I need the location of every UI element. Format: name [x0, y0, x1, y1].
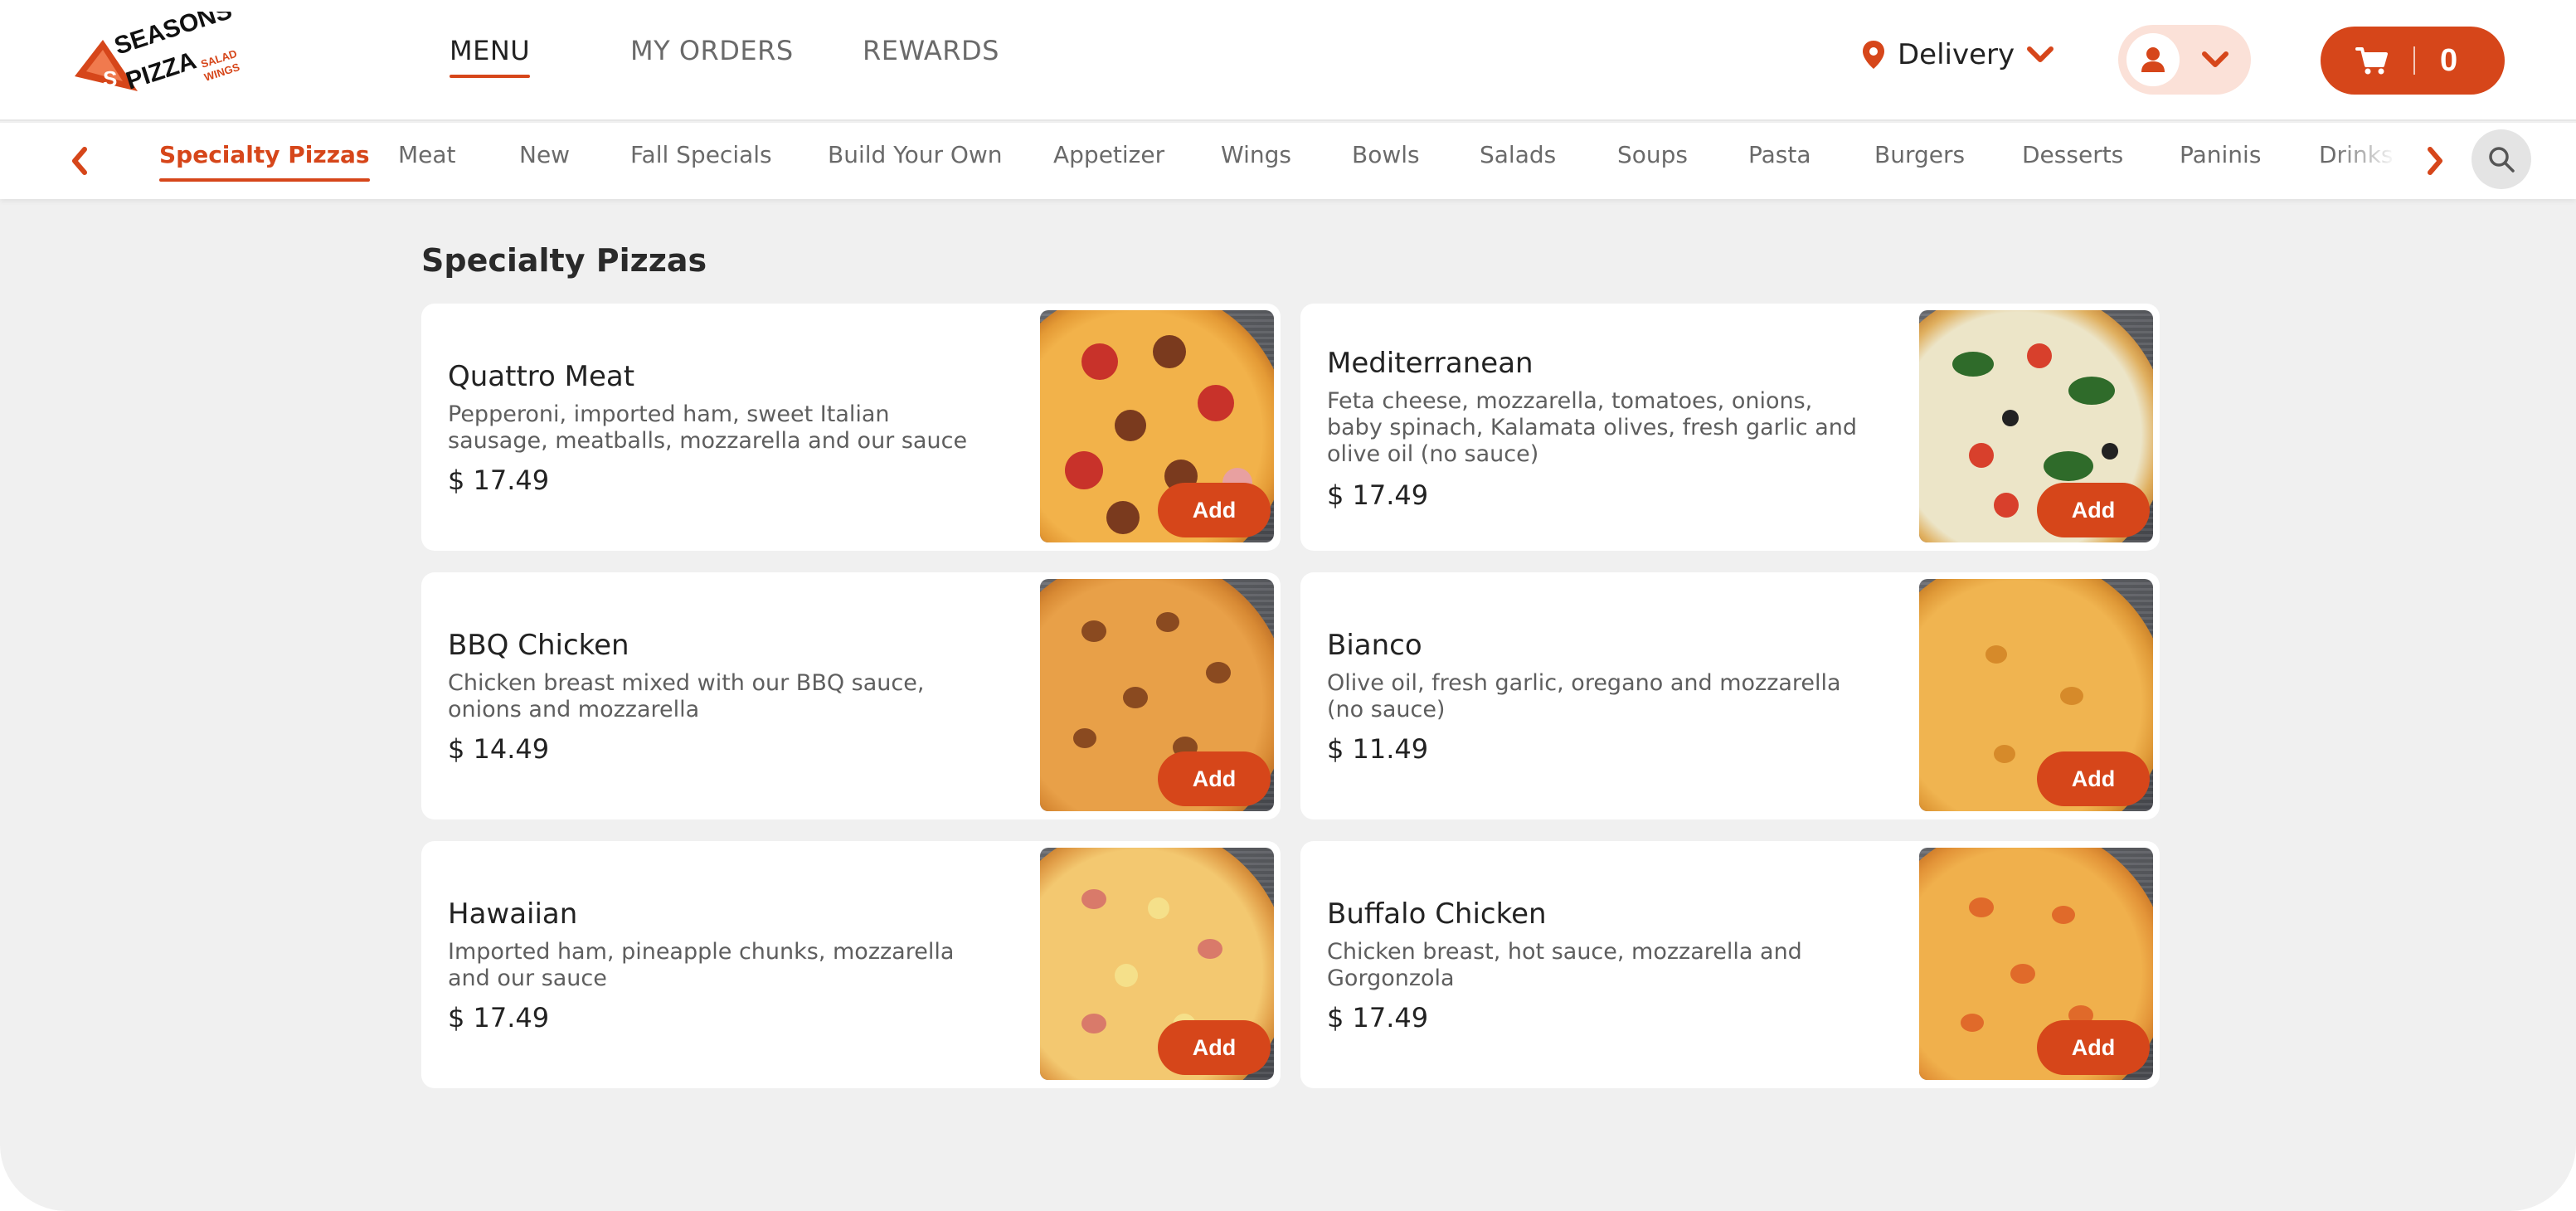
product-name: Buffalo Chicken [1327, 897, 1547, 931]
product-description: Feta cheese, mozzarella, tomatoes, onion… [1327, 388, 1857, 467]
cart-icon [2355, 47, 2388, 75]
category-tab-wings[interactable]: Wings [1221, 141, 1291, 168]
product-description: Chicken breast mixed with our BBQ sauce,… [448, 670, 925, 722]
user-icon [2141, 47, 2165, 72]
product-card[interactable]: Bianco Olive oil, fresh garlic, oregano … [1300, 572, 2160, 819]
cart-divider [2413, 46, 2415, 75]
category-tab-meat[interactable]: Meat [398, 141, 456, 168]
category-tab-burgers[interactable]: Burgers [1874, 141, 1965, 168]
product-description: Chicken breast, hot sauce, mozzarella an… [1327, 939, 1802, 991]
add-to-cart-button[interactable]: Add [1158, 1020, 1271, 1075]
top-header: S SEASONS PIZZA SALAD WINGS MENU MY ORDE… [0, 0, 2576, 121]
category-overflow-fade [2332, 123, 2423, 199]
product-card[interactable]: Quattro Meat Pepperoni, imported ham, sw… [421, 304, 1281, 551]
category-tab-new[interactable]: New [519, 141, 570, 168]
product-price: $ 17.49 [1327, 1002, 1429, 1033]
product-price: $ 14.49 [448, 733, 550, 765]
section-title: Specialty Pizzas [421, 242, 707, 279]
product-card[interactable]: Hawaiian Imported ham, pineapple chunks,… [421, 841, 1281, 1088]
category-tab-build-your-own[interactable]: Build Your Own [828, 141, 1003, 168]
nav-active-indicator [450, 75, 531, 78]
delivery-selector[interactable]: Delivery [1861, 38, 2054, 71]
product-price: $ 17.49 [448, 464, 550, 496]
product-price: $ 11.49 [1327, 733, 1429, 765]
add-to-cart-button[interactable]: Add [1158, 483, 1271, 537]
product-name: Hawaiian [448, 897, 578, 931]
avatar [2126, 33, 2180, 86]
nav-my-orders[interactable]: MY ORDERS [630, 35, 794, 66]
nav-rewards-label: REWARDS [863, 35, 999, 66]
category-tab-paninis[interactable]: Paninis [2180, 141, 2261, 168]
chevron-down-icon [2202, 51, 2228, 67]
search-button[interactable] [2472, 129, 2531, 189]
delivery-label: Delivery [1898, 38, 2015, 71]
nav-rewards[interactable]: REWARDS [863, 35, 999, 66]
nav-my-orders-label: MY ORDERS [630, 35, 794, 66]
svg-text:S: S [103, 66, 117, 91]
category-tab-pasta[interactable]: Pasta [1748, 141, 1811, 168]
account-menu-button[interactable] [2118, 25, 2251, 95]
search-icon [2489, 147, 2515, 173]
product-name: Mediterranean [1327, 347, 1533, 380]
category-tab-appetizer[interactable]: Appetizer [1053, 141, 1164, 168]
category-tab-bowls[interactable]: Bowls [1352, 141, 1420, 168]
brand-logo[interactable]: S SEASONS PIZZA SALAD WINGS [70, 12, 252, 109]
add-to-cart-button[interactable]: Add [2037, 1020, 2150, 1075]
nav-menu[interactable]: MENU [450, 35, 531, 78]
product-description: Pepperoni, imported ham, sweet Italian s… [448, 401, 968, 454]
product-name: Quattro Meat [448, 360, 635, 393]
cart-button[interactable]: 0 [2321, 27, 2505, 95]
category-tab-specialty-pizzas[interactable]: Specialty Pizzas [159, 141, 370, 182]
category-tab-desserts[interactable]: Desserts [2022, 141, 2123, 168]
product-description: Olive oil, fresh garlic, oregano and moz… [1327, 670, 1841, 722]
product-card[interactable]: Mediterranean Feta cheese, mozzarella, t… [1300, 304, 2160, 551]
product-name: BBQ Chicken [448, 629, 629, 662]
category-bar: Specialty Pizzas Meat New Fall Specials … [0, 123, 2576, 199]
product-card[interactable]: BBQ Chicken Chicken breast mixed with ou… [421, 572, 1281, 819]
category-tab-salads[interactable]: Salads [1480, 141, 1556, 168]
product-price: $ 17.49 [1327, 479, 1429, 511]
product-price: $ 17.49 [448, 1002, 550, 1033]
chevron-right-icon[interactable] [2423, 144, 2447, 178]
category-tab-soups[interactable]: Soups [1617, 141, 1688, 168]
chevron-down-icon [2027, 46, 2054, 62]
add-to-cart-button[interactable]: Add [2037, 751, 2150, 806]
location-pin-icon [1863, 41, 1884, 69]
app-frame: S SEASONS PIZZA SALAD WINGS MENU MY ORDE… [0, 0, 2576, 1211]
add-to-cart-button[interactable]: Add [2037, 483, 2150, 537]
cart-count: 0 [2440, 42, 2458, 78]
product-name: Bianco [1327, 629, 1422, 662]
product-card[interactable]: Buffalo Chicken Chicken breast, hot sauc… [1300, 841, 2160, 1088]
chevron-left-icon[interactable] [68, 144, 91, 178]
add-to-cart-button[interactable]: Add [1158, 751, 1271, 806]
nav-menu-label: MENU [450, 35, 531, 66]
product-description: Imported ham, pineapple chunks, mozzarel… [448, 939, 955, 991]
category-tab-fall-specials[interactable]: Fall Specials [630, 141, 772, 168]
